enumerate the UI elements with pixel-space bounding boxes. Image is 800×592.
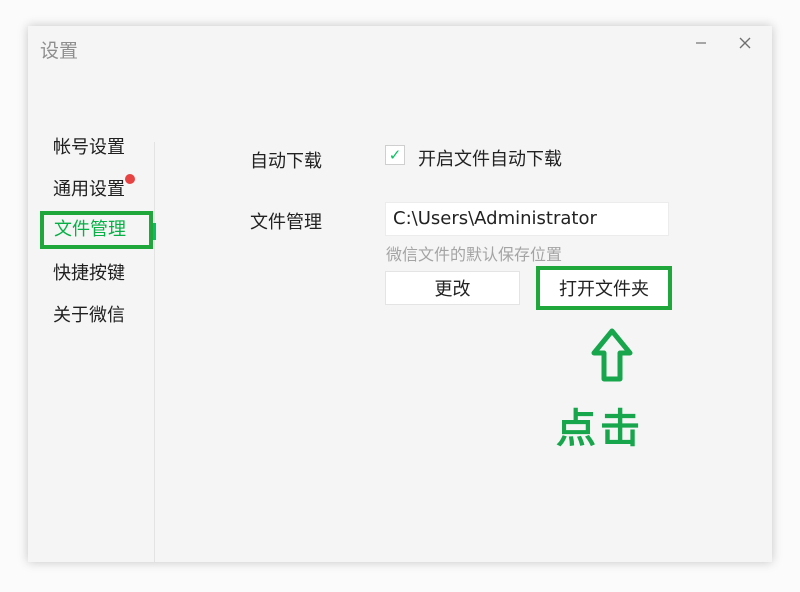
sidebar-item-file-management[interactable]: 文件管理	[40, 211, 153, 249]
active-indicator	[153, 223, 156, 240]
settings-window: 设置 帐号设置 通用设置 文件管理 快捷按键 关于微信 自动下载 ✓ 开启文件自…	[28, 26, 772, 562]
sidebar-item-label: 文件管理	[54, 219, 126, 240]
minimize-icon[interactable]	[688, 30, 714, 56]
open-folder-button[interactable]: 打开文件夹	[536, 266, 672, 310]
auto-download-checkbox[interactable]: ✓	[385, 145, 405, 165]
sidebar-item-about[interactable]: 关于微信	[40, 297, 125, 335]
auto-download-label: 自动下载	[250, 151, 322, 172]
close-icon[interactable]	[732, 30, 758, 56]
sidebar-item-label: 关于微信	[53, 305, 125, 326]
up-arrow-icon	[591, 328, 633, 386]
change-button[interactable]: 更改	[385, 271, 520, 305]
notification-badge	[125, 174, 135, 184]
sidebar-item-general[interactable]: 通用设置	[40, 171, 125, 209]
sidebar-item-shortcuts[interactable]: 快捷按键	[40, 255, 125, 293]
sidebar-item-label: 通用设置	[53, 179, 125, 200]
sidebar-item-label: 帐号设置	[53, 137, 125, 158]
click-callout: 点击	[556, 406, 644, 452]
check-icon: ✓	[388, 146, 402, 164]
sidebar-divider	[154, 142, 155, 562]
file-path-hint: 微信文件的默认保存位置	[386, 245, 563, 264]
file-management-label: 文件管理	[250, 212, 322, 233]
file-path-field[interactable]: C:\Users\Administrator	[385, 202, 669, 236]
sidebar-item-label: 快捷按键	[53, 263, 125, 284]
auto-download-checkbox-label[interactable]: 开启文件自动下载	[418, 145, 562, 171]
window-title: 设置	[40, 40, 79, 62]
sidebar-item-account[interactable]: 帐号设置	[40, 129, 125, 167]
